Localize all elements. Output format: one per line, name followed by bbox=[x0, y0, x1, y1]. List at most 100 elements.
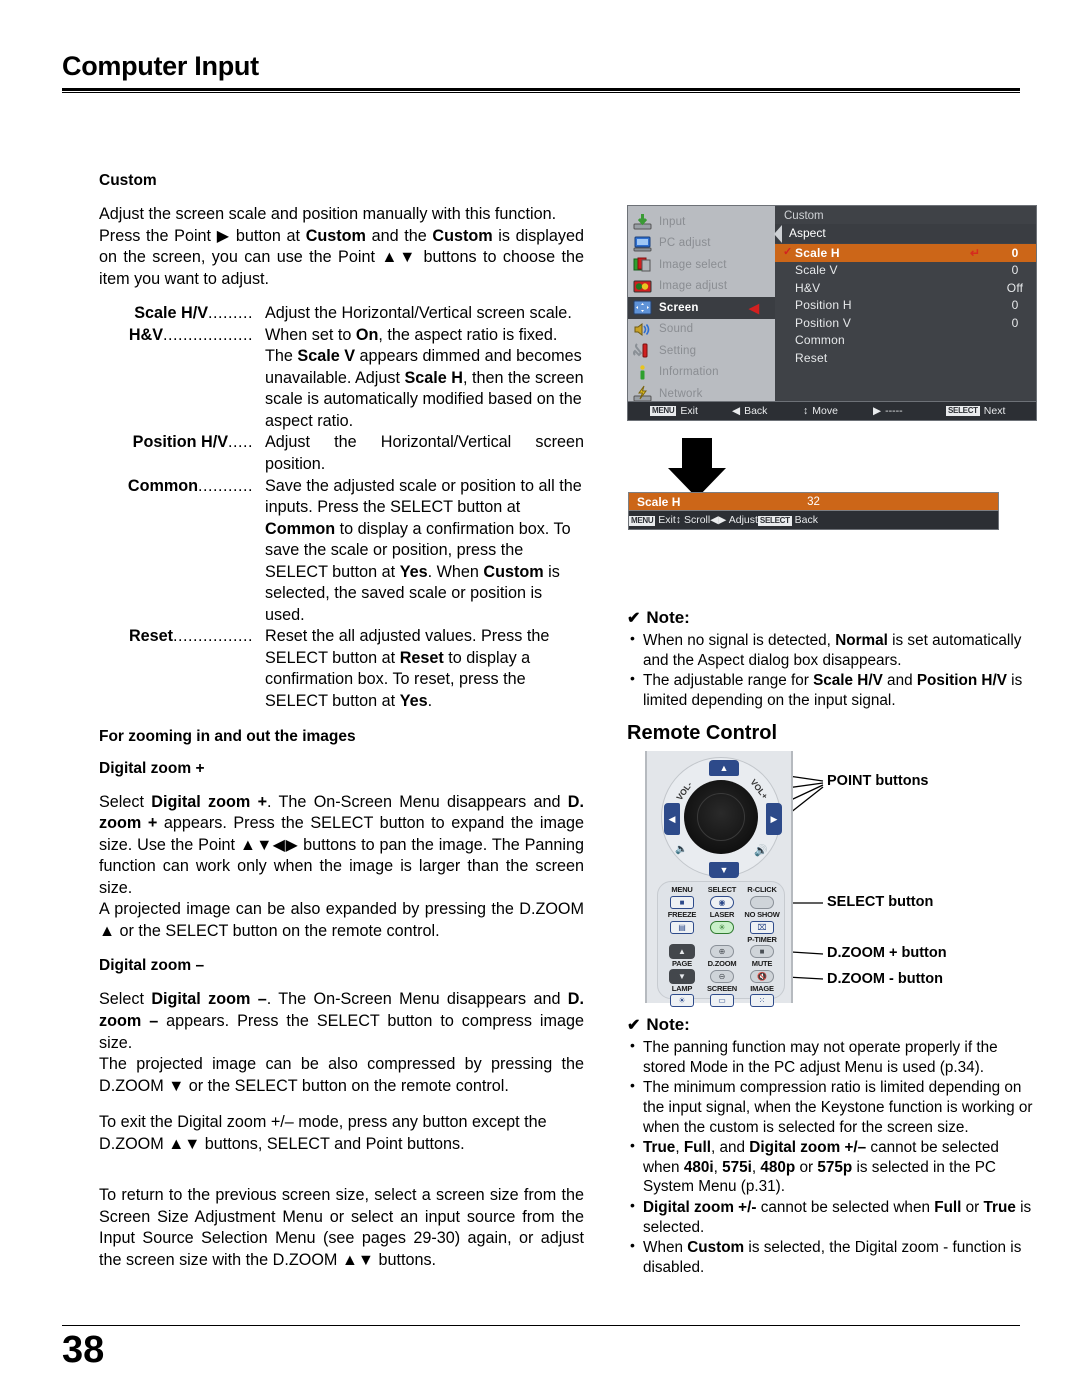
dzm-c: appears. Press the SELECT button to comp… bbox=[99, 1011, 584, 1052]
osd-row-scale-h[interactable]: ✓ Scale H ↵ 0 bbox=[775, 244, 1036, 262]
note-1-title-text: Note: bbox=[646, 608, 690, 627]
remote-control-figure: ▲ ▼ ◀ ▶ VOL- VOL+ 🔈 🔊 MENU ■ SELECT ◉ R-… bbox=[627, 751, 1037, 1009]
key-mute[interactable]: 🔇 bbox=[742, 969, 782, 985]
key-select[interactable]: SELECT ◉ bbox=[702, 886, 742, 911]
note-2-list: The panning function may not operate pro… bbox=[627, 1037, 1037, 1277]
remote-keypad: MENU ■ SELECT ◉ R-CLICK FREEZE ▤ LASER ✳… bbox=[657, 881, 785, 1008]
left-column: Custom Adjust the screen scale and posit… bbox=[99, 172, 584, 1271]
key-page-label: PAGE bbox=[662, 960, 702, 969]
sidebar-item-label: Input bbox=[659, 215, 686, 228]
sidebar-item-information[interactable]: Information bbox=[628, 362, 775, 384]
osd-row-common[interactable]: Common bbox=[775, 332, 1036, 350]
osd-footer-back[interactable]: ◀ Back bbox=[732, 405, 767, 417]
osd-row-reset[interactable]: Reset bbox=[775, 349, 1036, 367]
n2i4-a: cannot be selected when bbox=[756, 1198, 935, 1216]
note-2-item-1: The panning function may not operate pro… bbox=[627, 1037, 1037, 1077]
keypad-grid: MENU ■ SELECT ◉ R-CLICK FREEZE ▤ LASER ✳… bbox=[662, 886, 782, 1009]
point-right-button[interactable]: ▶ bbox=[766, 803, 782, 836]
definition-term: Reset................ bbox=[99, 626, 257, 712]
osd-menu-screenshot: Input PC adjust Image select Image adjus… bbox=[627, 205, 1037, 530]
image-key-icon: ⁙ bbox=[750, 994, 774, 1008]
key-page-down[interactable]: ▼ bbox=[662, 968, 702, 985]
key-image[interactable]: IMAGE ⁙ bbox=[742, 984, 782, 1010]
desc-a: Save the adjusted scale or position to a… bbox=[265, 476, 582, 517]
menu-keycap-icon: MENU bbox=[629, 516, 656, 526]
scalebar-exit-label: Exit bbox=[658, 514, 676, 526]
osd-footer-move[interactable]: ↕ Move bbox=[803, 405, 838, 417]
key-label: D.ZOOM bbox=[707, 959, 737, 969]
point-down-button[interactable]: ▼ bbox=[709, 862, 739, 879]
osd-sidebar: Input PC adjust Image select Image adjus… bbox=[628, 206, 775, 402]
updown-arrow-icon-2: ▲▼ bbox=[341, 1250, 374, 1269]
scalebar-footer-exit[interactable]: MENU Exit bbox=[629, 514, 676, 526]
sidebar-item-label: Image select bbox=[659, 258, 727, 271]
sidebar-item-pc-adjust[interactable]: PC adjust bbox=[628, 233, 775, 255]
sidebar-item-label: Network bbox=[659, 387, 703, 400]
intro2-custom1: Custom bbox=[305, 226, 366, 245]
key-label: SCREEN bbox=[706, 983, 738, 993]
speaker-icon bbox=[633, 321, 652, 338]
key-laser[interactable]: LASER ✳ bbox=[702, 909, 742, 936]
scale-h-bar[interactable]: Scale H 32 bbox=[628, 492, 999, 511]
scalebar-footer-scroll[interactable]: ↕ Scroll bbox=[676, 514, 710, 526]
sidebar-item-screen[interactable]: Screen ◀ bbox=[628, 297, 775, 319]
key-no-show[interactable]: NO SHOW ⌧ bbox=[742, 909, 782, 936]
digital-zoom-plus-paragraph-1: Select Digital zoom +. The On-Screen Men… bbox=[99, 792, 584, 900]
key-r-click[interactable]: R-CLICK bbox=[742, 886, 782, 911]
note-2-item-4: Digital zoom +/- cannot be selected when… bbox=[627, 1197, 1037, 1237]
osd-row-scale-v[interactable]: Scale V 0 bbox=[775, 262, 1036, 280]
intro-paragraph-1: Adjust the screen scale and position man… bbox=[99, 205, 557, 223]
dzp2-a: A projected image can be also expanded b… bbox=[99, 900, 584, 919]
point-left-button[interactable]: ◀ bbox=[664, 803, 680, 836]
key-screen[interactable]: SCREEN ▭ bbox=[702, 983, 742, 1010]
osd-row-h-and-v[interactable]: H&V Off bbox=[775, 279, 1036, 297]
callout-point-buttons: POINT buttons bbox=[827, 773, 929, 790]
point-four-arrows-icon: ▲▼◀▶ bbox=[239, 835, 299, 854]
key-label: LASER bbox=[709, 909, 735, 919]
key-lamp[interactable]: LAMP ☀ bbox=[662, 984, 702, 1010]
network-icon bbox=[633, 385, 652, 402]
no-show-key-icon: ⌧ bbox=[750, 920, 774, 934]
mute-key-icon: 🔇 bbox=[750, 969, 774, 983]
sidebar-item-input[interactable]: Input bbox=[628, 211, 775, 233]
right-column: Input PC adjust Image select Image adjus… bbox=[627, 205, 1037, 1278]
lamp-key-icon: ☀ bbox=[670, 994, 694, 1008]
n1i2-bold-position: Position H/V bbox=[916, 672, 1007, 690]
point-right-icon: ▶ bbox=[216, 226, 231, 245]
key-menu[interactable]: MENU ■ bbox=[662, 886, 702, 911]
sidebar-item-image-select[interactable]: Image select bbox=[628, 254, 775, 276]
exit-digital-zoom-paragraph: To exit the Digital zoom +/– mode, press… bbox=[99, 1112, 584, 1155]
sidebar-item-label: Sound bbox=[659, 323, 694, 336]
key-page-up[interactable]: ▲ bbox=[662, 944, 702, 960]
sidebar-item-setting[interactable]: Setting bbox=[628, 340, 775, 362]
tools-icon bbox=[633, 342, 652, 359]
key-freeze[interactable]: FREEZE ▤ bbox=[662, 910, 702, 936]
key-label: NO SHOW bbox=[744, 909, 780, 919]
key-label: P-TIMER bbox=[747, 934, 777, 944]
definition-scale-hv: Scale H/V......... Adjust the Horizontal… bbox=[99, 303, 584, 325]
scalebar-footer-adjust[interactable]: ◀▶ Adjust bbox=[710, 514, 758, 526]
sidebar-item-label: Setting bbox=[659, 344, 697, 357]
osd-footer-exit[interactable]: MENU Exit bbox=[650, 405, 698, 417]
scalebar-footer-back[interactable]: SELECT Back bbox=[757, 514, 818, 526]
dzm-a: Select bbox=[99, 990, 152, 1009]
osd-row-position-h[interactable]: Position H 0 bbox=[775, 297, 1036, 315]
point-up-button[interactable]: ▲ bbox=[709, 760, 739, 777]
key-dzoom-minus[interactable]: ⊖ bbox=[702, 969, 742, 985]
n2i4-bold-full: Full bbox=[934, 1198, 962, 1216]
note-2-item-5: When Custom is selected, the Digital zoo… bbox=[627, 1237, 1037, 1277]
key-dzoom-plus[interactable]: ⊕ bbox=[702, 944, 742, 960]
osd-footer-move-label: Move bbox=[812, 405, 838, 417]
menu-key-icon: ■ bbox=[670, 895, 694, 909]
osd-row-position-v[interactable]: Position V 0 bbox=[775, 314, 1036, 332]
return-b: buttons. bbox=[373, 1250, 437, 1269]
keypad-row-6: ▼ ⊖ 🔇 bbox=[662, 968, 782, 985]
n1i1-a: When no signal is detected, bbox=[643, 632, 836, 649]
updown-arrow-icon: ▲▼ bbox=[168, 1134, 201, 1153]
n2i3-bold-480p: 480p bbox=[760, 1158, 796, 1176]
sidebar-item-image-adjust[interactable]: Image adjust bbox=[628, 276, 775, 298]
sidebar-item-sound[interactable]: Sound bbox=[628, 319, 775, 341]
osd-footer-next[interactable]: SELECT Next bbox=[946, 405, 1005, 417]
key-p-timer[interactable]: ■ bbox=[742, 944, 782, 960]
dzp2-b: or the SELECT button on the remote contr… bbox=[115, 921, 440, 940]
